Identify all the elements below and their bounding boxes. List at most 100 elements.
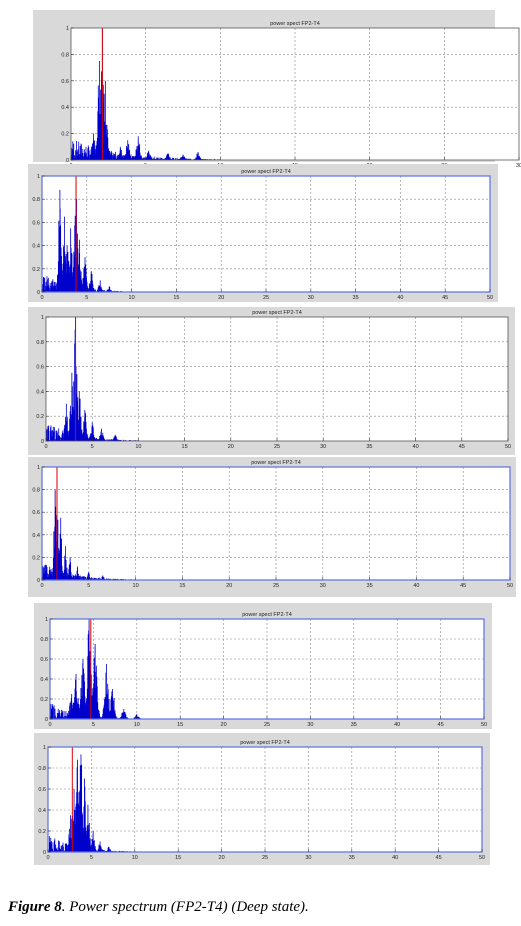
y-tick-label: 0.8 — [32, 197, 40, 203]
x-tick-label: 5 — [91, 444, 94, 450]
x-tick-label: 25 — [263, 295, 269, 301]
x-tick-label: 0 — [46, 855, 49, 861]
chart-panel-2: 0 5 10 15 20 25 30 35 40 45 50 0 0.2 0.4 0.6 0.8 1 power … — [28, 164, 498, 302]
chart-title: power spect FP2-T4 — [242, 612, 292, 618]
x-tick-label: 30 — [320, 444, 326, 450]
x-tick-label: 15 — [179, 583, 185, 589]
x-tick-label: 40 — [397, 295, 403, 301]
chart-panel-5: 0 5 10 15 20 25 30 35 40 45 50 0 0.2 0.4 0.6 0.8 1 power … — [34, 603, 492, 729]
x-tick-label: 20 — [226, 583, 232, 589]
y-tick-label: 0 — [41, 439, 44, 445]
y-tick-label: 0.2 — [40, 697, 48, 703]
chart-title: power spect FP2-T4 — [240, 740, 290, 746]
y-tick-label: 0.4 — [40, 677, 48, 683]
y-tick-label: 0.2 — [32, 555, 40, 561]
y-tick-label: 1 — [41, 315, 44, 321]
x-tick-label: 50 — [505, 444, 511, 450]
chart-2-svg: 0 5 10 15 20 25 30 35 40 45 50 0 0.2 0.4 0.6 0.8 1 power … — [32, 169, 493, 301]
y-tick-label: 1 — [66, 26, 69, 32]
y-tick-label: 0 — [45, 717, 48, 723]
chart-panel-4: 0 5 10 15 20 25 30 35 40 45 50 0 0.2 0.4 0.6 0.8 1 power … — [28, 457, 516, 597]
y-tick-label: 0.8 — [36, 340, 44, 346]
y-tick-label: 0 — [43, 850, 46, 856]
x-tick-label: 15 — [182, 444, 188, 450]
chart-panel-3: 0 5 10 15 20 25 30 35 40 45 50 0 0.2 0.4 0.6 0.8 1 power … — [28, 307, 515, 455]
x-tick-label: 30 — [516, 163, 521, 169]
x-tick-label: 30 — [308, 295, 314, 301]
x-tick-label: 45 — [442, 295, 448, 301]
x-tick-label: 10 — [135, 444, 141, 450]
chart-title: power spect FP2-T4 — [252, 310, 302, 316]
chart-panel-1: 05101520253000.20.40.60.81power spect FP… — [33, 10, 521, 169]
x-tick-label: 20 — [228, 444, 234, 450]
y-tick-label: 0.6 — [32, 220, 40, 226]
y-tick-label: 0.6 — [38, 787, 46, 793]
chart-panel-6: 0 5 10 15 20 25 30 35 40 45 50 0 0.2 0.4 0.6 0.8 1 power … — [34, 733, 490, 865]
x-tick-label: 0 — [44, 444, 47, 450]
chart-4-svg: 0 5 10 15 20 25 30 35 40 45 50 0 0.2 0.4 0.6 0.8 1 power … — [32, 460, 513, 589]
x-tick-label: 10 — [132, 855, 138, 861]
y-tick-label: 0.2 — [61, 132, 69, 138]
x-tick-label: 5 — [85, 295, 88, 301]
y-tick-label: 0.2 — [32, 267, 40, 273]
x-tick-label: 15 — [173, 295, 179, 301]
x-tick-label: 30 — [307, 722, 313, 728]
x-tick-label: 10 — [133, 583, 139, 589]
x-tick-label: 35 — [353, 295, 359, 301]
y-tick-label: 1 — [45, 617, 48, 623]
chart-5-svg: 0 5 10 15 20 25 30 35 40 45 50 0 0.2 0.4 0.6 0.8 1 power … — [40, 612, 487, 728]
x-tick-label: 25 — [264, 722, 270, 728]
x-tick-label: 35 — [351, 722, 357, 728]
x-tick-label: 25 — [274, 444, 280, 450]
x-tick-label: 20 — [219, 855, 225, 861]
x-tick-label: 0 — [40, 295, 43, 301]
chart-title: power spect FP2-T4 — [270, 21, 320, 27]
y-tick-label: 0.6 — [32, 510, 40, 516]
x-tick-label: 20 — [221, 722, 227, 728]
x-tick-label: 40 — [413, 583, 419, 589]
y-tick-label: 0.6 — [61, 79, 69, 85]
x-tick-label: 5 — [92, 722, 95, 728]
y-tick-label: 0.4 — [61, 105, 69, 111]
x-tick-label: 45 — [459, 444, 465, 450]
x-tick-label: 40 — [392, 855, 398, 861]
x-tick-label: 15 — [175, 855, 181, 861]
y-tick-label: 0.4 — [32, 533, 40, 539]
chart-6-svg: 0 5 10 15 20 25 30 35 40 45 50 0 0.2 0.4 0.6 0.8 1 power … — [38, 740, 485, 861]
x-tick-label: 50 — [507, 583, 513, 589]
y-tick-label: 0.2 — [36, 414, 44, 420]
x-tick-label: 35 — [366, 444, 372, 450]
x-tick-label: 5 — [90, 855, 93, 861]
y-tick-label: 0.8 — [61, 52, 69, 58]
y-tick-label: 0 — [37, 578, 40, 584]
chart-1-svg: 05101520253000.20.40.60.81power spect FP… — [61, 21, 521, 169]
x-tick-label: 30 — [305, 855, 311, 861]
y-tick-label: 0.8 — [40, 637, 48, 643]
y-tick-label: 0.8 — [38, 766, 46, 772]
y-tick-label: 1 — [37, 465, 40, 471]
x-tick-label: 45 — [436, 855, 442, 861]
x-tick-label: 30 — [320, 583, 326, 589]
x-tick-label: 50 — [481, 722, 487, 728]
y-tick-label: 0.6 — [36, 365, 44, 371]
y-tick-label: 1 — [43, 745, 46, 751]
x-tick-label: 25 — [273, 583, 279, 589]
x-tick-label: 10 — [129, 295, 135, 301]
x-tick-label: 45 — [460, 583, 466, 589]
figure-caption-text: . Power spectrum (FP2-T4) (Deep state). — [61, 899, 309, 915]
x-tick-label: 35 — [349, 855, 355, 861]
x-tick-label: 0 — [48, 722, 51, 728]
x-tick-label: 50 — [487, 295, 493, 301]
x-tick-label: 25 — [262, 855, 268, 861]
chart-title: power spect FP2-T4 — [251, 460, 301, 466]
x-tick-label: 5 — [87, 583, 90, 589]
x-tick-label: 10 — [134, 722, 140, 728]
x-tick-label: 45 — [438, 722, 444, 728]
chart-3-svg: 0 5 10 15 20 25 30 35 40 45 50 0 0.2 0.4 0.6 0.8 1 power … — [36, 310, 511, 450]
x-tick-label: 35 — [367, 583, 373, 589]
y-tick-label: 0.8 — [32, 488, 40, 494]
figure-label: Figure 8 — [8, 899, 62, 915]
y-tick-label: 0.6 — [40, 657, 48, 663]
x-tick-label: 20 — [218, 295, 224, 301]
x-tick-label: 15 — [177, 722, 183, 728]
